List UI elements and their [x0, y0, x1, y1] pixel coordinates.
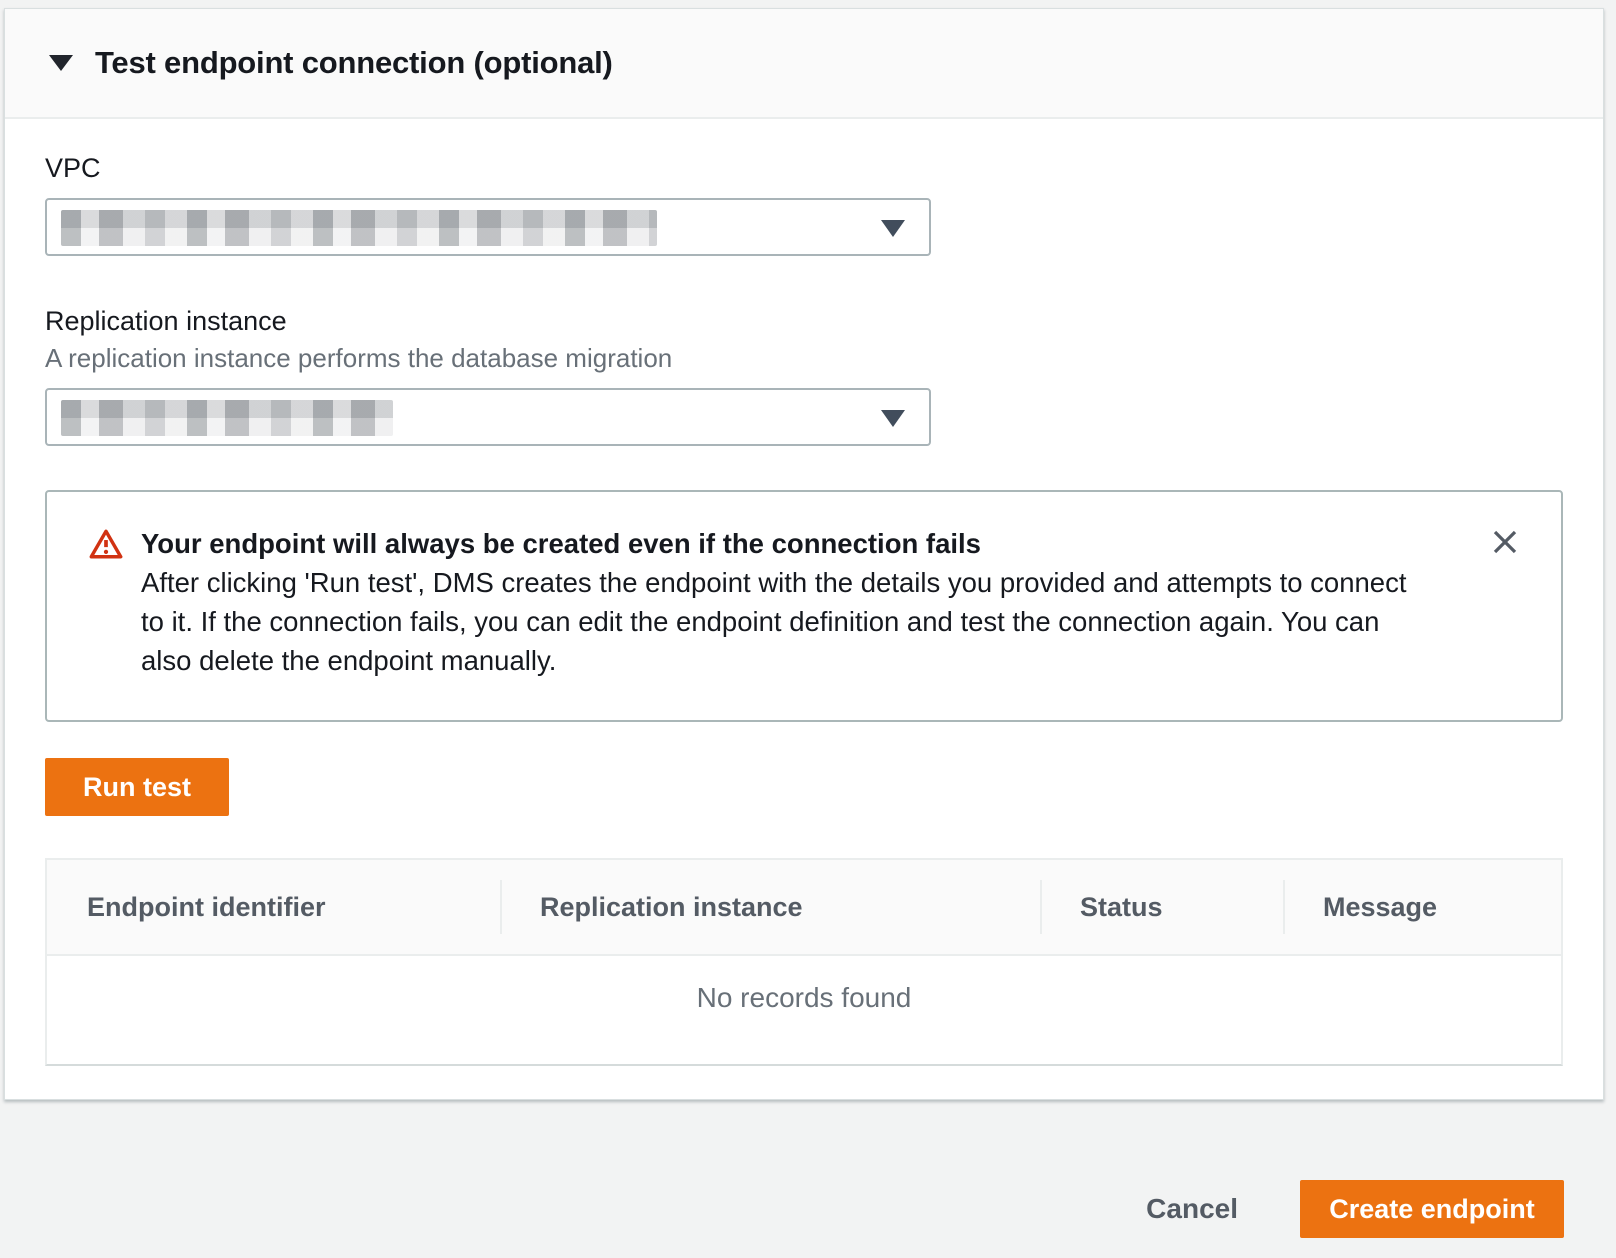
- test-endpoint-section-card: Test endpoint connection (optional) VPC …: [4, 8, 1604, 1100]
- replication-instance-description: A replication instance performs the data…: [45, 343, 1563, 374]
- warning-title: Your endpoint will always be created eve…: [141, 524, 1406, 563]
- cancel-button[interactable]: Cancel: [1146, 1193, 1238, 1225]
- vpc-label: VPC: [45, 153, 1563, 184]
- warning-triangle-icon: [89, 528, 123, 680]
- warning-body-line: also delete the endpoint manually.: [141, 641, 1406, 680]
- collapse-triangle-icon: [49, 55, 73, 71]
- section-header-toggle[interactable]: Test endpoint connection (optional): [5, 9, 1603, 119]
- table-header-row: Endpoint identifier Replication instance…: [47, 860, 1561, 956]
- chevron-down-icon: [881, 220, 905, 237]
- column-header-endpoint-identifier: Endpoint identifier: [47, 860, 500, 954]
- test-results-table: Endpoint identifier Replication instance…: [45, 858, 1563, 1066]
- create-endpoint-button[interactable]: Create endpoint: [1300, 1180, 1564, 1238]
- footer-action-bar: Cancel Create endpoint: [1146, 1180, 1564, 1238]
- replication-instance-label: Replication instance: [45, 306, 1563, 337]
- section-title: Test endpoint connection (optional): [95, 45, 613, 81]
- replication-instance-select[interactable]: [45, 388, 931, 446]
- section-body: VPC Replication instance A replication i…: [5, 153, 1603, 1066]
- column-header-replication-instance: Replication instance: [500, 860, 1040, 954]
- chevron-down-icon: [881, 410, 905, 427]
- warning-alert: Your endpoint will always be created eve…: [45, 490, 1563, 722]
- warning-body-line: After clicking 'Run test', DMS creates t…: [141, 563, 1406, 602]
- vpc-select[interactable]: [45, 198, 931, 256]
- run-test-button[interactable]: Run test: [45, 758, 229, 816]
- close-icon[interactable]: [1483, 520, 1527, 564]
- column-header-status: Status: [1040, 860, 1283, 954]
- table-empty-state: No records found: [47, 956, 1561, 1064]
- warning-body-line: to it. If the connection fails, you can …: [141, 602, 1406, 641]
- warning-text-block: Your endpoint will always be created eve…: [141, 524, 1406, 680]
- column-header-message: Message: [1283, 860, 1561, 954]
- replication-instance-redacted-value: [61, 400, 393, 436]
- vpc-redacted-value: [61, 210, 657, 246]
